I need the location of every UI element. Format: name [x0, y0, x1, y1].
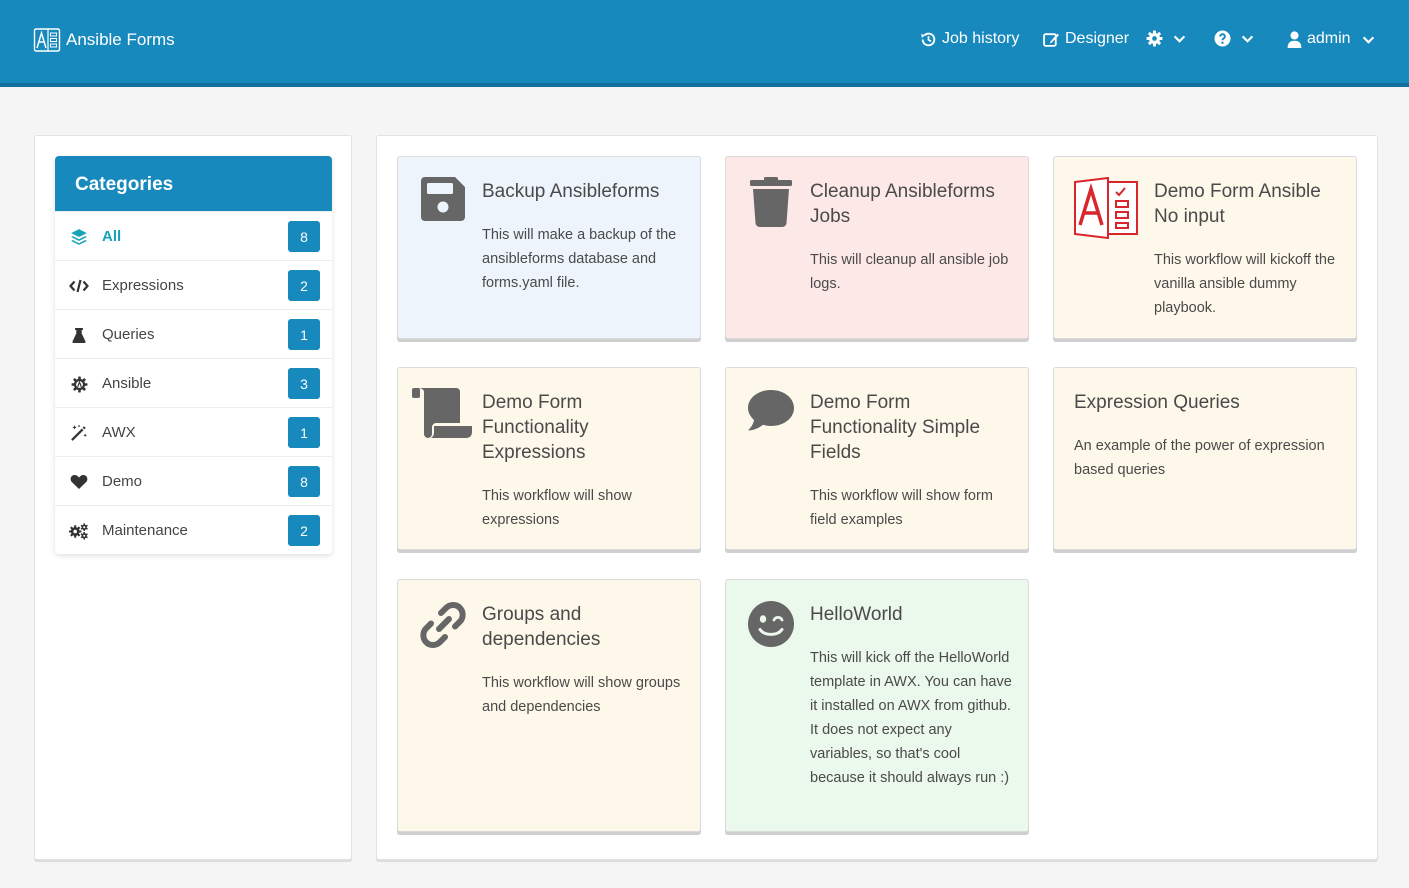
edit-icon	[1043, 32, 1059, 47]
form-card-groups-and-dependencies[interactable]: Groups and dependencies This workflow wi…	[397, 579, 701, 832]
category-count-badge: 2	[288, 270, 320, 301]
category-count-badge: 3	[288, 368, 320, 399]
form-card-description: This workflow will kickoff the vanilla a…	[1154, 252, 1336, 316]
form-card-title: Demo Form Ansible No input	[1154, 181, 1321, 227]
category-label: Maintenance	[102, 522, 188, 539]
user-icon	[1287, 30, 1302, 48]
category-item-demo[interactable]: Demo 8	[55, 456, 332, 505]
chevron-down-icon	[1241, 35, 1254, 43]
category-item-awx[interactable]: AWX 1	[55, 407, 332, 456]
form-card-demo-form-functionality-simple-fields[interactable]: Demo Form Functionality Simple Fields Th…	[725, 367, 1029, 550]
nav-user-label: admin	[1307, 30, 1351, 47]
ansible-forms-logo-icon	[1074, 177, 1138, 239]
form-card-title: Backup Ansibleforms	[482, 181, 660, 202]
category-count-badge: 8	[288, 221, 320, 252]
category-count-badge: 1	[288, 417, 320, 448]
flask-icon	[69, 325, 89, 345]
brand[interactable]: Ansible Forms	[33, 26, 175, 54]
category-count-badge: 2	[288, 515, 320, 546]
brand-name: Ansible Forms	[66, 30, 175, 49]
floppy-disk-icon	[418, 177, 468, 227]
category-label: Queries	[102, 326, 155, 343]
category-label: Demo	[102, 473, 143, 490]
category-item-all[interactable]: All 8	[55, 211, 332, 260]
nav-job-history-label: Job history	[942, 30, 1020, 47]
ansible-forms-logo-icon	[33, 28, 61, 52]
nav-designer-label: Designer	[1065, 30, 1130, 47]
nav-help-dropdown[interactable]	[1214, 30, 1254, 47]
categories-panel: Categories All 8 Expressions 2 Queries 1…	[55, 156, 332, 554]
category-label: AWX	[102, 424, 136, 441]
category-label: Ansible	[102, 375, 152, 392]
nav-settings-dropdown[interactable]	[1146, 30, 1186, 47]
form-card-title: Demo Form Functionality Simple Fields	[810, 392, 981, 463]
form-card-cleanup-ansibleforms-jobs[interactable]: Cleanup Ansibleforms Jobs This will clea…	[725, 156, 1029, 339]
form-card-description: This will cleanup all ansible job logs.	[810, 252, 1009, 292]
question-circle-icon	[1214, 30, 1231, 47]
category-item-expressions[interactable]: Expressions 2	[55, 260, 332, 309]
category-count-badge: 1	[288, 319, 320, 350]
nav-job-history[interactable]: Job history	[920, 30, 1019, 48]
form-card-title: Expression Queries	[1074, 392, 1240, 413]
form-card-description: This will kick off the HelloWorld templa…	[810, 650, 1012, 786]
category-label: All	[102, 228, 122, 245]
forms-panel: Backup Ansibleforms This will make a bac…	[376, 135, 1378, 860]
scroll-icon	[412, 388, 474, 438]
category-item-maintenance[interactable]: Maintenance 2	[55, 505, 332, 554]
gear-icon	[1146, 30, 1163, 47]
form-card-helloworld[interactable]: HelloWorld This will kick off the HelloW…	[725, 579, 1029, 832]
cogs-icon	[69, 521, 89, 541]
nav-user-dropdown[interactable]: admin	[1287, 30, 1375, 48]
form-card-backup-ansibleforms[interactable]: Backup Ansibleforms This will make a bac…	[397, 156, 701, 339]
form-card-title: Groups and dependencies	[482, 604, 601, 650]
code-icon	[69, 276, 89, 296]
form-card-expression-queries[interactable]: Expression Queries An example of the pow…	[1053, 367, 1357, 550]
chevron-down-icon	[1362, 36, 1374, 44]
form-card-description: An example of the power of expression ba…	[1074, 438, 1325, 478]
sidebar: Categories All 8 Expressions 2 Queries 1…	[34, 135, 352, 860]
form-card-title: HelloWorld	[810, 604, 903, 625]
category-label: Expressions	[102, 277, 184, 294]
form-card-description: This workflow will show expressions	[482, 488, 632, 528]
form-card-description: This workflow will show groups and depen…	[482, 675, 681, 715]
form-card-description: This will make a backup of the ansiblefo…	[482, 227, 677, 291]
comment-icon	[746, 388, 796, 438]
smile-wink-icon	[746, 600, 796, 650]
ansible-gear-icon	[69, 374, 89, 394]
trash-icon	[746, 177, 796, 227]
form-card-title: Cleanup Ansibleforms Jobs	[810, 181, 995, 227]
chevron-down-icon	[1173, 35, 1186, 43]
form-card-description: This workflow will show form field examp…	[810, 488, 993, 528]
magic-wand-icon	[69, 423, 89, 443]
history-icon	[921, 32, 936, 46]
layer-group-icon	[69, 227, 89, 247]
heart-icon	[69, 472, 89, 492]
category-item-queries[interactable]: Queries 1	[55, 309, 332, 358]
category-count-badge: 8	[288, 466, 320, 497]
link-icon	[418, 600, 468, 650]
top-navbar: Ansible Forms Job history Designer admin	[0, 0, 1409, 87]
form-card-demo-form-ansible-no-input[interactable]: Demo Form Ansible No input This workflow…	[1053, 156, 1357, 339]
form-card-title: Demo Form Functionality Expressions	[482, 392, 589, 463]
category-item-ansible[interactable]: Ansible 3	[55, 358, 332, 407]
categories-title: Categories	[55, 156, 332, 211]
form-card-demo-form-functionality-expressions[interactable]: Demo Form Functionality Expressions This…	[397, 367, 701, 550]
nav-designer[interactable]: Designer	[1043, 30, 1129, 48]
